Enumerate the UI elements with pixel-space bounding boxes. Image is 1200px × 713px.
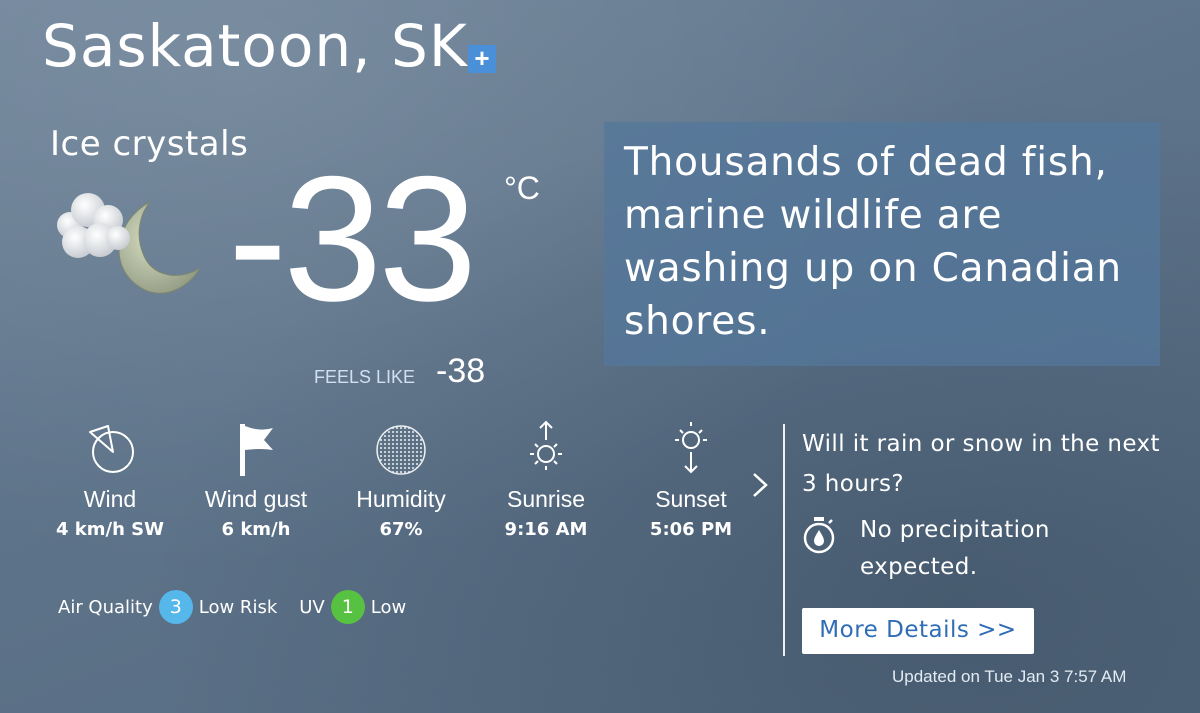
stat-sunrise: Sunrise 9:16 AM [471,418,621,540]
add-location-button[interactable]: + [468,45,496,73]
stat-label: Wind gust [204,486,308,512]
chevron-right-icon[interactable] [748,470,772,500]
feels-like-value: -38 [436,352,486,390]
temperature-unit: °C [504,170,540,206]
sunset-icon [675,422,707,474]
city-name: Saskatoon, SK [42,12,468,80]
condition-text: Ice crystals [50,124,249,164]
stat-label: Wind [83,486,137,512]
stat-value: 4 km/h SW [56,519,164,540]
stat-label: Sunset [655,486,727,512]
stat-wind-gust: Wind gust 6 km/h [181,418,331,540]
precip-answer: No precipitation expected. [860,517,1050,580]
stat-label: Sunrise [507,486,585,512]
stopwatch-icon [803,517,835,554]
updated-timestamp: Updated on Tue Jan 3 7:57 AM [892,667,1127,686]
feels-like-label: FEELS LIKE [314,367,416,387]
uv-level: Low [370,596,407,618]
air-quality-risk: Low Risk [198,596,278,618]
uv-badge[interactable]: 1 [330,590,365,624]
precip-question: Will it rain or snow in the next 3 hours… [802,431,1160,497]
divider [783,424,785,656]
stat-value: 67% [379,519,423,540]
flag-icon [240,424,273,476]
cloud-moon-icon [57,193,201,294]
stat-value: 5:06 PM [649,519,733,540]
stat-sunset: Sunset 5:06 PM [616,418,766,540]
air-quality-label: Air Quality [58,596,153,618]
stat-label: Humidity [356,486,446,512]
stat-humidity: Humidity 67% [326,418,476,540]
stat-value: 6 km/h [221,519,291,540]
sunrise-icon [530,420,562,470]
wind-direction-icon [89,425,134,473]
more-details-button[interactable]: More Details >> [802,608,1034,654]
air-quality-uv-row: Air Quality 3 Low Risk UV 1 Low [58,590,406,624]
uv-label: UV [299,596,325,618]
air-quality-badge[interactable]: 3 [158,590,193,624]
plus-icon: + [474,43,490,73]
news-headline[interactable]: Thousands of dead fish, marine wildlife … [624,136,1140,348]
temperature-value: -33 [228,139,477,338]
stat-wind: Wind 4 km/h SW [35,418,185,540]
news-banner[interactable]: Thousands of dead fish, marine wildlife … [604,122,1160,366]
stat-value: 9:16 AM [504,519,588,540]
humidity-icon [376,425,426,475]
